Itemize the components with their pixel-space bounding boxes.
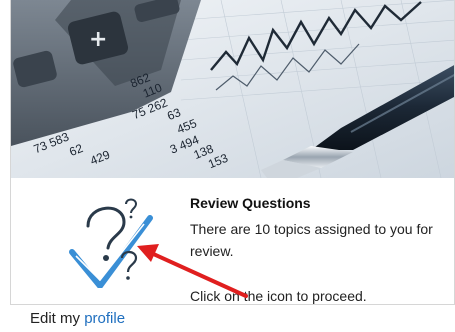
review-hint: Click on the icon to proceed. bbox=[190, 288, 367, 304]
profile-link[interactable]: profile bbox=[84, 310, 125, 327]
review-card: + 862 110 75 262 63 455 3 494 138 153 73… bbox=[10, 0, 455, 305]
question-check-icon bbox=[69, 198, 153, 289]
review-title: Review Questions bbox=[190, 195, 311, 211]
finance-photo: + 862 110 75 262 63 455 3 494 138 153 73… bbox=[11, 0, 454, 178]
review-description: There are 10 topics assigned to you for … bbox=[190, 221, 433, 259]
edit-profile-line: Edit my profile bbox=[30, 310, 125, 327]
hero-image: + 862 110 75 262 63 455 3 494 138 153 73… bbox=[11, 0, 454, 178]
edit-profile-text: Edit my bbox=[30, 310, 81, 327]
calc-key-label: + bbox=[89, 27, 107, 52]
review-questions-icon[interactable] bbox=[66, 196, 156, 289]
